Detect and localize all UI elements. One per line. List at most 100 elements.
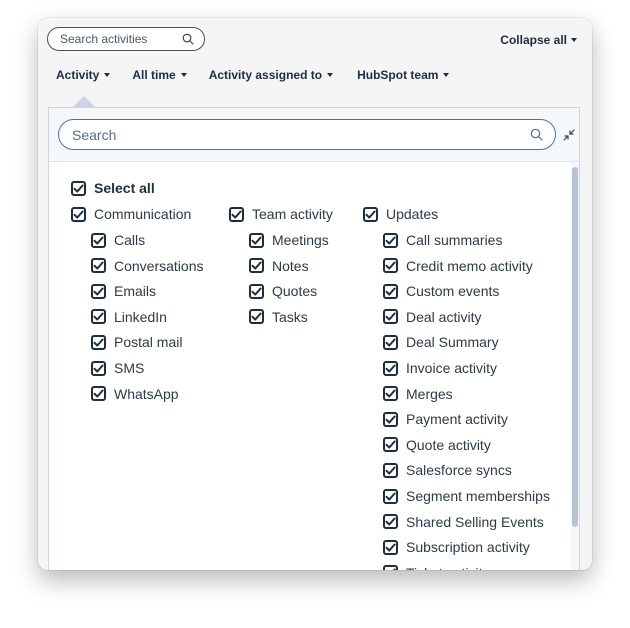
group-checkbox-updates[interactable]: Updates [363,206,438,222]
activity-type-label: Merges [406,385,453,402]
checkbox-box[interactable] [383,232,398,248]
activity-type-label: WhatsApp [114,385,179,402]
checkbox-box[interactable] [91,309,106,325]
checkmark-icon [365,210,376,218]
activities-search-box[interactable] [47,27,205,51]
checkmark-icon [385,287,396,296]
activity-type-label: Payment activity [406,411,508,428]
activity-type-checkbox[interactable]: Shared Selling Events [383,514,544,530]
checkmark-icon [73,184,84,192]
collapse-arrows-icon[interactable] [562,128,576,142]
checkmark-icon [385,440,396,449]
activity-type-label: Salesforce syncs [406,462,512,479]
activity-type-label: Ticket activity [406,565,490,570]
checkbox-box[interactable] [383,258,398,274]
activity-type-label: Deal Summary [406,334,499,351]
group-checkbox-team-activity[interactable]: Team activity [229,206,333,222]
checkbox-box[interactable] [383,386,398,402]
activity-type-checkbox[interactable]: Conversations [91,258,204,274]
activity-type-checkbox[interactable]: Merges [383,386,453,402]
activity-type-checkbox[interactable]: Deal Summary [383,334,499,350]
search-icon[interactable] [530,128,543,141]
activity-type-checkbox[interactable]: Calls [91,232,145,248]
checkbox-box[interactable] [383,565,398,570]
activity-type-checkbox[interactable]: Tasks [249,309,308,325]
activity-type-checkbox[interactable]: Notes [249,258,309,274]
checkbox-box[interactable] [383,360,398,376]
checkmark-icon [385,312,396,321]
checkbox-box[interactable] [91,386,106,402]
activity-type-checkbox[interactable]: Credit memo activity [383,258,533,274]
filter-time-dropdown[interactable]: All time [132,68,187,82]
checkbox-box[interactable] [249,283,264,299]
checkbox-box[interactable] [383,514,398,530]
checkbox-box[interactable] [91,360,106,376]
caret-down-icon [327,73,334,77]
activity-type-checkbox[interactable]: Payment activity [383,411,508,427]
filter-assigned-to-dropdown[interactable]: Activity assigned to [209,68,334,82]
activity-type-label: Conversations [114,257,204,274]
activity-type-checkbox[interactable]: Salesforce syncs [383,462,512,478]
activity-type-label: Segment memberships [406,488,550,504]
activity-type-checkbox[interactable]: Quotes [249,283,317,299]
popover-search-input[interactable] [72,126,530,143]
group-checkbox-communication[interactable]: Communication [71,206,191,222]
activity-type-checkbox[interactable]: Subscription activity [383,539,530,555]
activity-type-label: Custom events [406,283,500,300]
checkbox-box[interactable] [91,232,106,248]
activity-type-checkbox[interactable]: Deal activity [383,309,481,325]
checkbox-box[interactable] [91,258,106,274]
activity-type-checkbox[interactable]: Ticket activity [383,565,490,570]
checkbox-box[interactable] [383,309,398,325]
checkbox-box[interactable] [383,462,398,478]
popover-search-box[interactable] [58,119,556,150]
activity-type-checkbox[interactable]: Segment memberships [383,488,550,504]
scrollbar-thumb[interactable] [572,167,578,527]
checkbox-box[interactable] [383,539,398,555]
activity-type-label: Invoice activity [406,360,498,376]
filter-activity-dropdown[interactable]: Activity [56,68,111,82]
checkbox-box[interactable] [383,411,398,427]
activity-type-checkbox[interactable]: SMS [91,360,144,376]
checkbox-box[interactable] [363,206,378,222]
checkbox-box[interactable] [249,309,264,325]
activity-type-checkbox[interactable]: Call summaries [383,232,502,248]
checkbox-box[interactable] [71,206,86,222]
activities-search-input[interactable] [60,32,182,46]
select-all-checkbox[interactable]: Select all [71,180,155,196]
group-label: Communication [94,206,192,222]
activity-type-checkbox[interactable]: Custom events [383,283,499,299]
activity-type-checkbox[interactable]: LinkedIn [91,309,167,325]
activity-type-label: Quote activity [406,436,491,453]
filter-team-dropdown[interactable]: HubSpot team [357,68,450,82]
activity-type-checkbox[interactable]: Invoice activity [383,360,497,376]
collapse-all-button[interactable]: Collapse all [500,33,577,47]
checkmark-icon [385,543,396,552]
activity-type-checkbox[interactable]: Postal mail [91,334,182,350]
caret-down-icon [180,73,187,77]
search-icon[interactable] [182,33,194,45]
checkmark-icon [385,364,396,372]
checkbox-box[interactable] [249,232,264,248]
checkbox-box[interactable] [91,334,106,350]
activity-type-label: Quotes [272,283,318,300]
activity-type-label: LinkedIn [114,308,167,325]
checkbox-box[interactable] [383,488,398,504]
checkbox-box[interactable] [71,180,86,196]
checkbox-box[interactable] [383,283,398,299]
checkbox-box[interactable] [229,206,244,222]
activity-type-checkbox[interactable]: Quote activity [383,437,491,453]
activity-type-checklist: Select all Communication Calls Conversatio… [49,162,571,570]
checkbox-box[interactable] [383,437,398,453]
checkmark-icon [93,364,104,372]
activity-type-checkbox[interactable]: Meetings [249,232,329,248]
checkbox-box[interactable] [91,283,106,299]
activity-type-checkbox[interactable]: Emails [91,283,156,299]
checkbox-box[interactable] [249,258,264,274]
popover-scrollbar[interactable] [571,162,579,570]
activity-type-checkbox[interactable]: WhatsApp [91,386,179,402]
checkbox-box[interactable] [383,334,398,350]
checkmark-icon [93,312,104,321]
checkmark-icon [251,312,262,321]
checkmark-icon [393,568,396,570]
